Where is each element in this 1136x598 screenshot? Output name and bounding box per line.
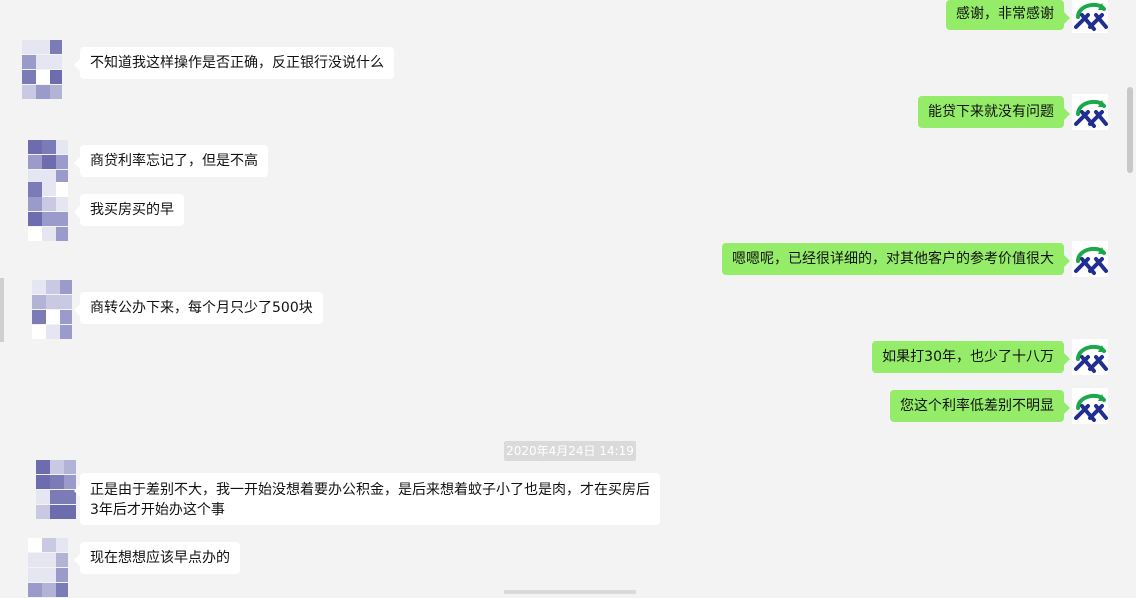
message-bubble-outgoing[interactable]: 嗯嗯呢，已经很详细的，对其他客户的参考价值很大 <box>722 243 1070 275</box>
bank-logo-icon <box>1072 0 1108 33</box>
avatar-mosaic-tile <box>56 227 68 241</box>
contact-avatar-icon[interactable] <box>28 538 68 598</box>
avatar-mosaic-tile <box>42 140 56 154</box>
bank-logo-icon <box>1072 388 1108 424</box>
avatar-mosaic-tile <box>28 155 42 169</box>
avatar-mosaic-tile <box>50 460 64 474</box>
window-edge <box>0 278 4 342</box>
contact-avatar-icon[interactable] <box>22 40 62 100</box>
next-timestamp-peek <box>504 590 636 594</box>
self-avatar-icon[interactable] <box>1072 339 1108 375</box>
avatar-mosaic-tile <box>42 212 56 226</box>
message-timestamp: 2020年4月24日 14:19 <box>504 441 636 461</box>
avatar-mosaic-tile <box>28 212 42 226</box>
avatar-mosaic-tile <box>60 310 72 324</box>
avatar-mosaic-tile <box>50 490 64 504</box>
self-avatar-icon[interactable] <box>1072 241 1108 277</box>
avatar-mosaic-tile <box>32 325 46 339</box>
avatar-mosaic-tile <box>36 505 50 519</box>
avatar-mosaic-tile <box>42 553 56 567</box>
avatar-mosaic-tile <box>28 227 42 241</box>
avatar-mosaic-tile <box>28 583 42 597</box>
avatar-mosaic-tile <box>36 55 50 69</box>
avatar-mosaic-tile <box>56 583 68 597</box>
avatar-mosaic-tile <box>46 280 60 294</box>
self-avatar-icon[interactable] <box>1072 94 1108 130</box>
self-avatar-icon[interactable] <box>1072 388 1108 424</box>
avatar-mosaic-tile <box>22 70 36 84</box>
avatar-mosaic-tile <box>42 227 56 241</box>
message-bubble-outgoing[interactable]: 您这个利率低差别不明显 <box>890 390 1070 422</box>
avatar-mosaic-tile <box>50 70 62 84</box>
chat-window: 感谢，非常感谢 不知道我这样操作是否正确，反正银行没说什么 能贷下来就没有问题 … <box>0 0 1136 597</box>
avatar-mosaic-tile <box>56 182 68 196</box>
avatar-mosaic-tile <box>56 140 68 154</box>
avatar-mosaic-tile <box>28 182 42 196</box>
avatar-mosaic-tile <box>50 55 62 69</box>
avatar-mosaic-tile <box>56 197 68 211</box>
avatar-mosaic-tile <box>50 475 64 489</box>
scrollbar-thumb[interactable] <box>1127 87 1133 173</box>
bank-logo-icon <box>1072 94 1108 130</box>
avatar-mosaic-tile <box>56 212 68 226</box>
self-avatar-icon[interactable] <box>1072 0 1108 33</box>
avatar-mosaic-tile <box>42 538 56 552</box>
avatar-mosaic-tile <box>22 55 36 69</box>
message-bubble-outgoing[interactable]: 如果打30年，也少了十八万 <box>872 341 1070 373</box>
bank-logo-icon <box>1072 241 1108 277</box>
avatar-mosaic-tile <box>36 475 50 489</box>
message-bubble-incoming[interactable]: 商转公办下来，每个月只少了500块 <box>74 292 323 324</box>
message-bubble-incoming[interactable]: 我买房买的早 <box>74 194 184 226</box>
avatar-mosaic-tile <box>56 538 68 552</box>
message-bubble-incoming[interactable]: 正是由于差别不大，我一开始没想着要办公积金，是后来想着蚊子小了也是肉，才在买房后… <box>74 473 660 525</box>
contact-avatar-icon[interactable] <box>28 182 68 242</box>
avatar-mosaic-tile <box>64 505 76 519</box>
avatar-mosaic-tile <box>28 538 42 552</box>
avatar-mosaic-tile <box>36 460 50 474</box>
avatar-mosaic-tile <box>46 295 60 309</box>
avatar-mosaic-tile <box>42 583 56 597</box>
avatar-mosaic-tile <box>46 310 60 324</box>
avatar-mosaic-tile <box>32 310 46 324</box>
avatar-mosaic-tile <box>28 568 42 582</box>
avatar-mosaic-tile <box>36 70 50 84</box>
avatar-mosaic-tile <box>22 40 36 54</box>
avatar-mosaic-tile <box>28 553 42 567</box>
avatar-mosaic-tile <box>50 85 62 99</box>
avatar-mosaic-tile <box>42 568 56 582</box>
message-bubble-incoming[interactable]: 不知道我这样操作是否正确，反正银行没说什么 <box>74 47 394 79</box>
avatar-mosaic-tile <box>36 490 50 504</box>
avatar-mosaic-tile <box>50 40 62 54</box>
avatar-mosaic-tile <box>36 85 50 99</box>
contact-avatar-icon[interactable] <box>36 460 76 520</box>
avatar-mosaic-tile <box>22 85 36 99</box>
avatar-mosaic-tile <box>56 553 68 567</box>
message-bubble-outgoing[interactable]: 能贷下来就没有问题 <box>918 96 1070 128</box>
avatar-mosaic-tile <box>50 505 64 519</box>
avatar-mosaic-tile <box>32 280 46 294</box>
avatar-mosaic-tile <box>28 140 42 154</box>
message-bubble-incoming[interactable]: 商贷利率忘记了，但是不高 <box>74 145 268 177</box>
avatar-mosaic-tile <box>42 197 56 211</box>
avatar-mosaic-tile <box>42 155 56 169</box>
avatar-mosaic-tile <box>60 295 72 309</box>
avatar-mosaic-tile <box>32 295 46 309</box>
avatar-mosaic-tile <box>36 40 50 54</box>
avatar-mosaic-tile <box>46 325 60 339</box>
avatar-mosaic-tile <box>28 197 42 211</box>
avatar-mosaic-tile <box>42 182 56 196</box>
message-bubble-incoming[interactable]: 现在想想应该早点办的 <box>74 542 240 574</box>
avatar-mosaic-tile <box>60 325 72 339</box>
avatar-mosaic-tile <box>60 280 72 294</box>
avatar-mosaic-tile <box>56 568 68 582</box>
avatar-mosaic-tile <box>56 155 68 169</box>
bank-logo-icon <box>1072 339 1108 375</box>
avatar-mosaic-tile <box>64 460 76 474</box>
contact-avatar-icon[interactable] <box>32 280 72 340</box>
message-bubble-outgoing[interactable]: 感谢，非常感谢 <box>946 0 1070 30</box>
scrollbar[interactable] <box>1124 0 1136 594</box>
